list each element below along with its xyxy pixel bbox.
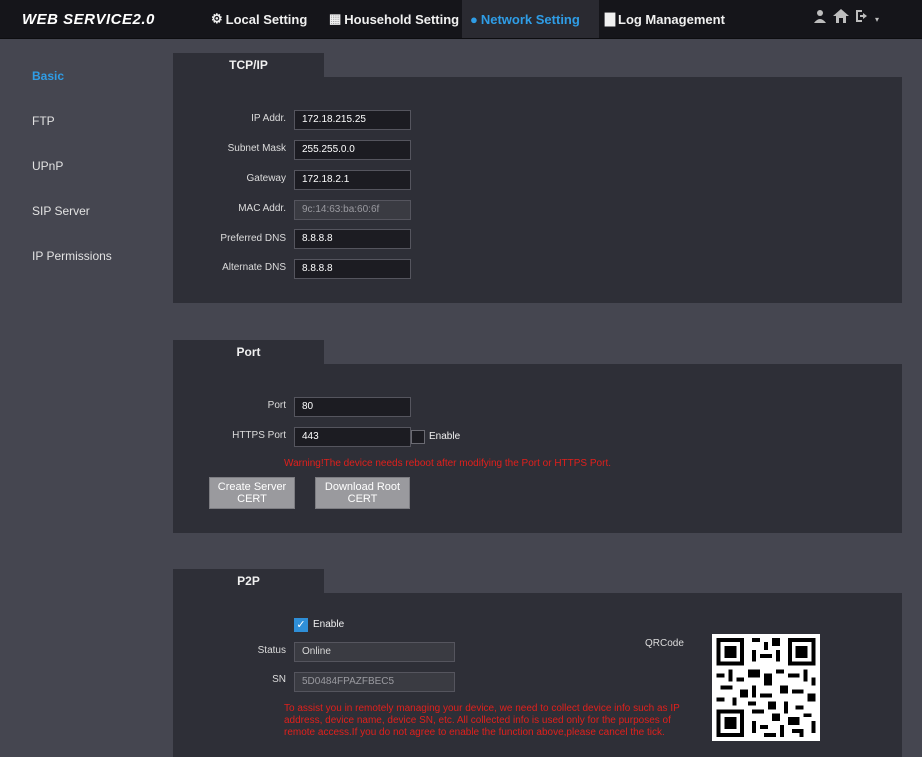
p2p-notice-text: To assist you in remotely managing your … xyxy=(284,703,680,738)
sn-label: SN xyxy=(272,674,286,685)
https-enable-checkbox[interactable] xyxy=(411,430,425,444)
subnet-mask-label: Subnet Mask xyxy=(227,143,286,154)
sidebar-item-basic[interactable]: Basic xyxy=(32,69,64,83)
nav-label: Household Setting xyxy=(344,11,460,27)
qrcode-image xyxy=(712,634,820,741)
nav-network-setting[interactable]: ● Network Setting xyxy=(462,0,599,38)
nav-log-management[interactable]: ▇ Log Management xyxy=(597,0,733,38)
port-warning-text: Warning!The device needs reboot after mo… xyxy=(284,458,612,469)
qrcode-label: QRCode xyxy=(645,638,684,649)
nav-local-setting[interactable]: ⚙ Local Setting xyxy=(203,0,315,38)
preferred-dns-label: Preferred DNS xyxy=(220,233,286,244)
download-root-cert-button[interactable]: Download Root CERT xyxy=(315,477,410,509)
alternate-dns-label: Alternate DNS xyxy=(222,262,286,273)
mac-addr-input: 9c:14:63:ba:60:6f xyxy=(294,200,411,220)
status-field: Online xyxy=(294,642,455,662)
sn-field: 5D0484FPAZFBEC5 xyxy=(294,672,455,692)
ip-addr-input[interactable]: 172.18.215.25 xyxy=(294,110,411,130)
preferred-dns-input[interactable]: 8.8.8.8 xyxy=(294,229,411,249)
subnet-mask-input[interactable]: 255.255.0.0 xyxy=(294,140,411,160)
tab-p2p: P2P xyxy=(173,569,324,593)
nav-label: Local Setting xyxy=(225,11,308,27)
header-actions: ▾ xyxy=(813,9,879,27)
tab-tcpip: TCP/IP xyxy=(173,53,324,77)
sidebar-item-upnp[interactable]: UPnP xyxy=(32,159,63,173)
https-enable-label: Enable xyxy=(429,431,461,442)
https-port-input[interactable]: 443 xyxy=(294,427,411,447)
mac-addr-label: MAC Addr. xyxy=(238,203,286,214)
brand-logo: WEB SERVICE2.0 xyxy=(22,11,155,28)
user-icon[interactable] xyxy=(813,9,827,27)
tab-port: Port xyxy=(173,340,324,364)
p2p-enable-label: Enable xyxy=(313,619,345,630)
gear-icon: ⚙ xyxy=(211,11,223,26)
create-server-cert-button[interactable]: Create Server CERT xyxy=(209,477,295,509)
port-label: Port xyxy=(267,400,286,411)
nav-household-setting[interactable]: ▦ Household Setting xyxy=(321,0,467,38)
https-port-label: HTTPS Port xyxy=(232,430,286,441)
sidebar-item-sip-server[interactable]: SIP Server xyxy=(32,204,90,218)
port-input[interactable]: 80 xyxy=(294,397,411,417)
nav-label: Log Management xyxy=(618,11,725,27)
chevron-down-icon: ▾ xyxy=(874,14,879,24)
building-icon: ▦ xyxy=(329,11,342,26)
alternate-dns-input[interactable]: 8.8.8.8 xyxy=(294,259,411,279)
document-icon: ▇ xyxy=(605,11,615,26)
sidebar-item-ftp[interactable]: FTP xyxy=(32,114,55,128)
sidebar-item-ip-permissions[interactable]: IP Permissions xyxy=(32,249,112,263)
ip-addr-label: IP Addr. xyxy=(251,113,286,124)
nav-label: Network Setting xyxy=(480,11,580,27)
gateway-label: Gateway xyxy=(246,173,286,184)
globe-icon: ● xyxy=(470,11,478,27)
status-label: Status xyxy=(257,645,286,656)
top-bar: WEB SERVICE2.0 ⚙ Local Setting ▦ Househo… xyxy=(0,0,922,39)
logout-icon[interactable]: ▾ xyxy=(855,9,879,27)
p2p-enable-checkbox[interactable]: ✓ xyxy=(294,618,308,632)
home-icon[interactable] xyxy=(832,9,849,27)
gateway-input[interactable]: 172.18.2.1 xyxy=(294,170,411,190)
